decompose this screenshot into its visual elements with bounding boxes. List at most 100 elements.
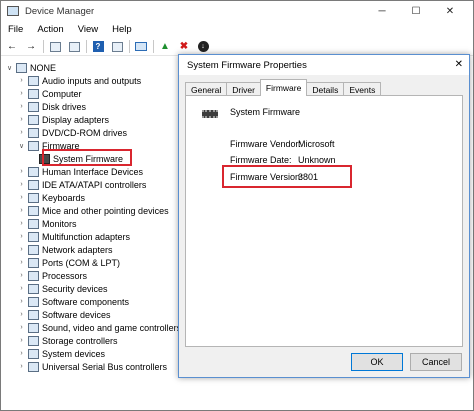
tree-category-item[interactable]: › Network adapters [17, 243, 113, 256]
tree-category-item[interactable]: › IDE ATA/ATAPI controllers [17, 178, 146, 191]
tree-category-item[interactable]: › Human Interface Devices [17, 165, 143, 178]
tree-category-item[interactable]: › Software devices [17, 308, 111, 321]
device-category-icon [28, 348, 39, 359]
tree-item-label: Disk drives [42, 101, 87, 112]
device-category-icon [28, 322, 39, 333]
chevron-right-icon[interactable]: › [17, 363, 26, 370]
dialog-tabs: General Driver Firmware Details Events [185, 79, 382, 96]
arrow-left-icon: ← [7, 41, 17, 52]
dialog-title-bar: System Firmware Properties ✕ [179, 55, 469, 75]
chevron-right-icon[interactable]: › [17, 207, 26, 214]
tree-category-item[interactable]: › Disk drives [17, 100, 86, 113]
tab-events[interactable]: Events [343, 82, 382, 96]
tree-item-label: Computer [42, 88, 82, 99]
chevron-right-icon[interactable]: › [17, 168, 26, 175]
chevron-right-icon[interactable]: › [17, 77, 26, 84]
device-category-icon [28, 205, 39, 216]
tab-driver[interactable]: Driver [226, 82, 261, 96]
tree-category-item[interactable]: › Display adapters [17, 113, 109, 126]
chevron-right-icon[interactable]: › [17, 350, 26, 357]
tree-category-item[interactable]: › Multifunction adapters [17, 230, 130, 243]
tree-category-item[interactable]: › Software components [17, 295, 129, 308]
chevron-right-icon[interactable]: › [17, 272, 26, 279]
tree-category-item[interactable]: › Sound, video and game controllers [17, 321, 181, 334]
chevron-down-icon[interactable]: ∨ [5, 64, 14, 72]
menu-file[interactable]: File [1, 24, 30, 35]
close-button[interactable]: ✕ [433, 1, 467, 21]
chevron-right-icon[interactable]: › [17, 103, 26, 110]
chevron-right-icon[interactable]: › [17, 181, 26, 188]
chevron-right-icon[interactable]: › [17, 116, 26, 123]
chevron-down-icon[interactable]: ∨ [17, 142, 26, 150]
chevron-right-icon[interactable]: › [17, 90, 26, 97]
window-title: Device Manager [25, 5, 95, 17]
tree-category-item[interactable]: › Computer [17, 87, 82, 100]
enable-device-button[interactable]: ↓ [196, 40, 210, 54]
tree-category-item[interactable]: › Storage controllers [17, 334, 118, 347]
dialog-title: System Firmware Properties [187, 59, 307, 71]
view-button[interactable] [110, 40, 124, 54]
tree-category-item[interactable]: › Ports (COM & LPT) [17, 256, 120, 269]
tree-category-item[interactable]: › Mice and other pointing devices [17, 204, 169, 217]
device-category-icon [28, 218, 39, 229]
arrow-right-icon: → [26, 41, 36, 52]
device-category-icon [28, 114, 39, 125]
help-icon: ? [92, 41, 104, 52]
tree-category-item[interactable]: › DVD/CD-ROM drives [17, 126, 127, 139]
dialog-close-button[interactable]: ✕ [455, 59, 463, 70]
tree-item-label: Security devices [42, 283, 108, 294]
chevron-right-icon[interactable]: › [17, 194, 26, 201]
chevron-right-icon[interactable]: › [17, 324, 26, 331]
toolbar-separator [86, 40, 87, 53]
properties-button[interactable] [67, 40, 81, 54]
help-button[interactable]: ? [91, 40, 105, 54]
chevron-right-icon[interactable]: › [17, 337, 26, 344]
tab-firmware[interactable]: Firmware [259, 79, 308, 96]
toolbar-separator [129, 40, 130, 53]
forward-button[interactable]: → [24, 40, 38, 54]
cancel-button[interactable]: Cancel [410, 353, 462, 371]
update-driver-button[interactable]: ▲ [158, 40, 172, 54]
minimize-button[interactable]: ─ [365, 1, 399, 21]
device-name: System Firmware [230, 107, 301, 117]
device-category-icon [28, 244, 39, 255]
firmware-vendor-value: Microsoft [298, 139, 335, 149]
menu-action[interactable]: Action [30, 24, 70, 35]
maximize-button[interactable]: ☐ [399, 1, 433, 21]
scan-hardware-button[interactable] [134, 40, 148, 54]
chevron-right-icon[interactable]: › [17, 285, 26, 292]
chevron-right-icon[interactable]: › [17, 298, 26, 305]
tree-root[interactable]: ∨ NONE [5, 61, 56, 74]
chevron-right-icon[interactable]: › [17, 233, 26, 240]
chevron-right-icon[interactable]: › [17, 246, 26, 253]
monitor-icon [135, 42, 147, 51]
show-hide-tree-button[interactable] [48, 40, 62, 54]
tree-category-item[interactable]: › Security devices [17, 282, 108, 295]
firmware-date-label: Firmware Date: [230, 155, 292, 165]
tree-item-label: Software devices [42, 309, 111, 320]
back-button[interactable]: ← [5, 40, 19, 54]
tree-item-label: Mice and other pointing devices [42, 205, 169, 216]
tab-details[interactable]: Details [306, 82, 345, 96]
chevron-right-icon[interactable]: › [17, 220, 26, 227]
tree-category-item[interactable]: › Universal Serial Bus controllers [17, 360, 167, 373]
chevron-right-icon[interactable]: › [17, 129, 26, 136]
ok-button[interactable]: OK [351, 353, 403, 371]
tree-category-item[interactable]: › Processors [17, 269, 87, 282]
menu-view[interactable]: View [71, 24, 105, 35]
tree-category-item[interactable]: › Monitors [17, 217, 77, 230]
firmware-vendor-label: Firmware Vendor: [230, 139, 302, 149]
chevron-right-icon[interactable]: › [17, 259, 26, 266]
uninstall-button[interactable]: ✖ [177, 40, 191, 54]
tree-item-label: Storage controllers [42, 335, 118, 346]
tree-item-label: Network adapters [42, 244, 113, 255]
tree-category-item[interactable]: › System devices [17, 347, 105, 360]
tab-general[interactable]: General [185, 82, 228, 96]
chevron-right-icon[interactable]: › [17, 311, 26, 318]
tree-category-item[interactable]: › Keyboards [17, 191, 85, 204]
properties-dialog: System Firmware Properties ✕ General Dri… [178, 54, 470, 378]
tree-item-label: Display adapters [42, 114, 110, 125]
download-circle-icon: ↓ [197, 41, 209, 52]
tree-category-item[interactable]: › Audio inputs and outputs [17, 74, 141, 87]
menu-help[interactable]: Help [105, 24, 139, 35]
